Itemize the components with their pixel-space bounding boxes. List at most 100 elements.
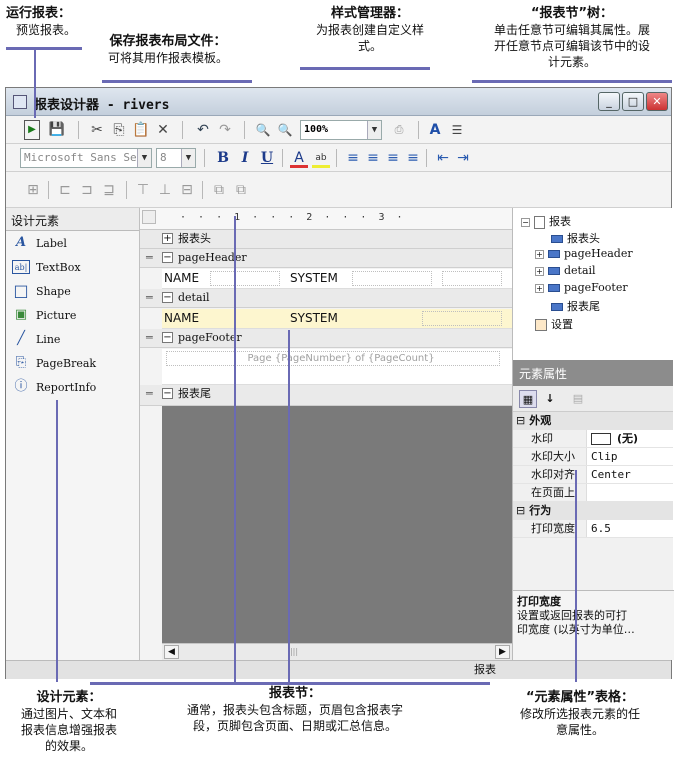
toolbox-item-shape[interactable]: □ Shape	[6, 279, 139, 303]
horizontal-scrollbar[interactable]: ◀ ||| ▶	[162, 643, 512, 660]
tree-node-report-header[interactable]: 报表头	[551, 230, 600, 246]
sort-az-icon[interactable]: ↓	[541, 390, 559, 408]
properties-button[interactable]: ☰	[448, 120, 466, 140]
categorized-icon[interactable]: ▦	[519, 390, 537, 408]
font-size-select[interactable]: 8 ▼	[156, 148, 196, 168]
collapse-icon[interactable]: −	[521, 217, 530, 227]
category-behavior[interactable]: ⊟ 行为	[513, 502, 673, 520]
same-height-icon[interactable]: ⊥	[156, 180, 174, 200]
band-report-header[interactable]: + 报表头	[140, 230, 512, 249]
detail-body[interactable]: NAME SYSTEM	[162, 309, 512, 329]
font-name-select[interactable]: Microsoft Sans Se ▼	[20, 148, 152, 168]
window-title: 报表设计器 - rivers	[34, 98, 170, 113]
tree-node-report-footer[interactable]: 报表尾	[551, 298, 600, 314]
prop-row-print-width[interactable]: 打印宽度 6.5	[513, 520, 673, 538]
header-system-field[interactable]: SYSTEM	[290, 269, 338, 288]
copy-button[interactable]: ⎘	[110, 120, 128, 140]
prop-row-watermark[interactable]: 水印 (无)	[513, 430, 673, 448]
align-justify-icon[interactable]: ≡	[404, 148, 422, 168]
expand-icon[interactable]: +	[535, 266, 544, 276]
close-button[interactable]: ✕	[646, 92, 668, 111]
collapse-icon[interactable]: −	[162, 332, 173, 343]
style-manager-button[interactable]: A	[426, 120, 444, 140]
pagebreak-icon: ⎘	[15, 355, 27, 370]
property-pages-icon[interactable]: ▤	[569, 390, 587, 408]
same-size-icon[interactable]: ⊟	[178, 180, 196, 200]
ruler-corner	[142, 210, 156, 224]
zoom-in-button[interactable]: 🔍	[254, 120, 272, 140]
cut-button[interactable]: ✂	[88, 120, 106, 140]
callout-run-report: 运行报表： 预览报表。	[6, 6, 77, 37]
run-report-button[interactable]: ▶	[24, 120, 40, 140]
collapse-icon[interactable]: −	[162, 388, 173, 399]
align-lefts-icon[interactable]: ⊏	[56, 180, 74, 200]
page-number-field[interactable]: Page {PageNumber} of {PageCount}	[182, 349, 500, 368]
scroll-left-icon[interactable]: ◀	[164, 645, 179, 659]
toolbox-item-line[interactable]: ╱ Line	[6, 327, 139, 351]
callout-underline	[300, 67, 430, 70]
zoom-out-button[interactable]: 🔍	[276, 120, 294, 140]
redo-button[interactable]: ↷	[216, 120, 234, 140]
page-setup-icon[interactable]: ⎙	[390, 120, 408, 140]
header-name-field[interactable]: NAME	[164, 269, 199, 288]
properties-title: 元素属性	[513, 360, 673, 386]
toolbox-item-label[interactable]: A Label	[6, 231, 139, 255]
font-color-button[interactable]: A	[290, 148, 308, 168]
toolbox-item-picture[interactable]: ▣ Picture	[6, 303, 139, 327]
same-width-icon[interactable]: ⊤	[134, 180, 152, 200]
tree-node-page-header[interactable]: + pageHeader	[535, 247, 633, 260]
category-appearance[interactable]: ⊟ 外观	[513, 412, 673, 430]
collapse-icon[interactable]: −	[162, 292, 173, 303]
prop-row-watermark-size[interactable]: 水印大小 Clip	[513, 448, 673, 466]
zoom-select[interactable]: 100% ▼	[300, 120, 382, 140]
tree-root[interactable]: − 报表	[521, 213, 571, 229]
bold-button[interactable]: B	[214, 148, 232, 168]
page-footer-body[interactable]: Page {PageNumber} of {PageCount}	[162, 349, 512, 385]
expand-icon[interactable]: +	[535, 249, 544, 259]
section-icon	[548, 267, 560, 275]
detail-name-field[interactable]: NAME	[164, 309, 199, 328]
outdent-icon[interactable]: ⇤	[434, 148, 452, 168]
italic-button[interactable]: I	[236, 148, 254, 168]
scroll-thumb[interactable]: |||	[282, 647, 306, 657]
band-report-footer[interactable]: ═ − 报表尾	[140, 385, 512, 406]
page-header-body[interactable]: NAME SYSTEM	[162, 269, 512, 289]
band-page-footer[interactable]: ═ − pageFooter	[140, 329, 512, 348]
expand-icon[interactable]: +	[535, 283, 544, 293]
align-right-icon[interactable]: ≡	[384, 148, 402, 168]
tree-node-settings[interactable]: 设置	[535, 316, 573, 332]
callout-underline	[102, 80, 252, 83]
prop-row-watermark-align[interactable]: 水印对齐 Center	[513, 466, 673, 484]
delete-button[interactable]: ✕	[154, 120, 172, 140]
align-centers-icon[interactable]: ⊐	[78, 180, 96, 200]
align-center-icon[interactable]: ≡	[364, 148, 382, 168]
expand-icon[interactable]: +	[162, 233, 173, 244]
minimize-button[interactable]: _	[598, 92, 620, 111]
property-description: 打印宽度 设置或返回报表的可打 印宽度 (以英寸为单位…	[513, 590, 674, 660]
toolbox-title: 设计元素	[6, 208, 139, 231]
bring-front-icon[interactable]: ⧉	[210, 180, 228, 200]
maximize-button[interactable]: □	[622, 92, 644, 111]
collapse-icon[interactable]: −	[162, 252, 173, 263]
highlight-button[interactable]: ab	[312, 148, 330, 168]
align-rights-icon[interactable]: ⊒	[100, 180, 118, 200]
underline-button[interactable]: U	[258, 148, 276, 168]
band-detail[interactable]: ═ − detail	[140, 289, 512, 308]
align-icon[interactable]: ⊞	[24, 180, 42, 200]
toolbox-item-pagebreak[interactable]: ⎘ PageBreak	[6, 351, 139, 375]
toolbox-item-reportinfo[interactable]: ⓘ ReportInfo	[6, 375, 139, 399]
undo-button[interactable]: ↶	[194, 120, 212, 140]
scroll-right-icon[interactable]: ▶	[495, 645, 510, 659]
band-page-header[interactable]: ═ − pageHeader	[140, 249, 512, 268]
detail-system-field[interactable]: SYSTEM	[290, 309, 338, 328]
tree-node-page-footer[interactable]: + pageFooter	[535, 281, 628, 294]
send-back-icon[interactable]: ⧉	[232, 180, 250, 200]
tree-node-detail[interactable]: + detail	[535, 264, 596, 277]
paste-button[interactable]: 📋	[132, 120, 150, 140]
save-layout-button[interactable]: 💾	[48, 120, 66, 140]
indent-icon[interactable]: ⇥	[454, 148, 472, 168]
separator	[418, 121, 419, 139]
align-left-icon[interactable]: ≡	[344, 148, 362, 168]
prop-row-on-page[interactable]: 在页面上	[513, 484, 673, 502]
toolbox-item-textbox[interactable]: ab| TextBox	[6, 255, 139, 279]
